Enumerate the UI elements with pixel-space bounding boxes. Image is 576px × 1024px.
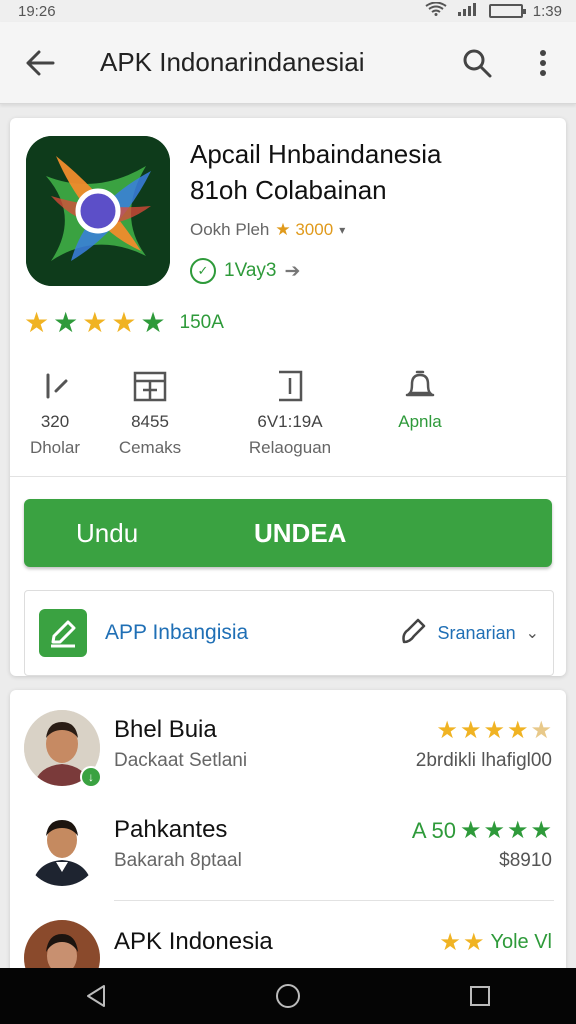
more-options-button[interactable] (510, 22, 576, 104)
divider (114, 900, 554, 901)
signal-icon (457, 2, 479, 20)
feature-action-label: Sranarian (437, 622, 516, 643)
developer-name: Ookh Pleh (190, 220, 270, 239)
app-bar: APK Indonarindanesiai (0, 22, 576, 104)
nav-recents-button[interactable] (435, 968, 525, 1024)
star-icon: ★ (506, 717, 529, 744)
reviewer-name: APK Indonesia (114, 928, 273, 955)
edit-icon (10, 366, 100, 406)
reviewer-rating-label: A 50 (411, 817, 456, 843)
star-icon: ★ (439, 929, 461, 956)
navigation-bar (0, 968, 576, 1024)
star-icon: ★ (506, 817, 529, 844)
star-icon: ★ (462, 929, 485, 956)
arrow-right-icon: ➔ (284, 260, 301, 282)
app-logo-icon (26, 136, 170, 286)
stat-label: Dholar (29, 438, 81, 457)
install-right-label: UNDEA (254, 517, 347, 548)
app-bar-actions (444, 22, 576, 104)
feature-label: APP Inbangisia (105, 621, 249, 644)
reviewer-rating: ★ ★ Yole Vl (439, 928, 552, 957)
list-item[interactable]: ↓ Bhel Buia Dackaat Setlani ★ ★ ★ ★ ★ 2b… (10, 708, 566, 808)
search-icon (463, 49, 492, 77)
feature-action[interactable]: Sranarian ⌄ (398, 616, 539, 651)
nav-back-button[interactable] (51, 968, 141, 1024)
stat-item[interactable]: 6V1:19A Relaoguan (230, 366, 350, 458)
list-item[interactable]: Pahkantes Bakarah 8ptaal A 50 ★ ★ ★ ★ $8… (10, 810, 566, 910)
avatar (24, 810, 100, 886)
feature-row[interactable]: APP Inbangisia Sranarian ⌄ (24, 590, 554, 676)
stat-label: Cemaks (118, 438, 182, 457)
stat-value: 8455 (131, 412, 169, 431)
reviewer-name: Pahkantes (114, 816, 228, 843)
rating-count: 150A (179, 311, 224, 333)
stat-item[interactable]: Apnla (370, 366, 470, 432)
app-details-card: Apcail Hnbaindanesia 81oh Colabainan Ook… (10, 118, 566, 676)
reviews-card: ↓ Bhel Buia Dackaat Setlani ★ ★ ★ ★ ★ 2b… (10, 690, 566, 996)
more-vert-icon (540, 49, 546, 76)
reviewer-rating: A 50 ★ ★ ★ ★ (412, 816, 552, 845)
star-icon: ★ (53, 307, 79, 338)
star-icon: ★ (140, 307, 166, 338)
reviewer-meta: 2brdikli lhafigl00 (415, 750, 552, 771)
circle-home-icon (276, 984, 300, 1008)
app-name-line1: Apcail Hnbaindanesia (190, 139, 442, 169)
status-bar: 19:26 1:39 (0, 0, 576, 22)
star-icon: ★ (82, 307, 108, 338)
star-icon: ★ (483, 717, 505, 744)
rating-row: ★ ★ ★ ★ ★ 150A (24, 306, 224, 339)
developer-line[interactable]: Ookh Pleh ★ 3000 ▾ (190, 220, 345, 240)
calendar-icon (100, 366, 200, 406)
status-icons: 1:39 (425, 1, 562, 20)
star-icon: ★ (24, 307, 50, 338)
triangle-back-icon (87, 985, 105, 1007)
install-button[interactable]: Undu UNDEA (24, 499, 552, 567)
stat-label: Relaoguan (248, 438, 332, 457)
stat-item[interactable]: 320 Dholar (10, 366, 100, 458)
download-badge-icon: ↓ (80, 766, 102, 788)
nav-home-button[interactable] (243, 968, 333, 1024)
search-button[interactable] (444, 22, 510, 104)
stat-item[interactable]: 8455 Cemaks (100, 366, 200, 458)
stats-row: 320 Dholar 8455 Cemaks 6V1:19A Relaoguan… (10, 366, 566, 466)
arrow-left-icon (26, 50, 55, 75)
reviewer-name: Bhel Buia (114, 716, 217, 743)
check-badge-icon: ✓ (190, 258, 216, 284)
back-button[interactable] (0, 22, 80, 104)
reviewer-subtitle: Bakarah 8ptaal (114, 850, 242, 871)
app-name: Apcail Hnbaindanesia 81oh Colabainan (190, 136, 550, 208)
star-icon: ★ (483, 817, 505, 844)
pencil-icon (39, 609, 87, 657)
star-icon: ★ (530, 717, 552, 744)
star-icon: ★ (459, 817, 482, 844)
page-title: APK Indonarindanesiai (100, 47, 365, 77)
tag-link[interactable]: ✓ 1Vay3 ➔ (190, 258, 300, 284)
star-icon: ★ (111, 307, 137, 338)
star-icon: ★ (459, 717, 482, 744)
install-left-label: Undu (76, 517, 139, 548)
reviewer-rating-label: Yole Vl (490, 931, 552, 953)
star-icon: ★ (436, 717, 458, 744)
square-recents-icon (470, 986, 490, 1006)
developer-rating: ★ 3000 (275, 220, 334, 239)
brush-icon (398, 616, 428, 651)
wifi-icon (425, 1, 447, 20)
reviewer-meta: $8910 (499, 850, 552, 871)
divider (10, 476, 566, 477)
battery-icon (488, 4, 526, 18)
reviewer-rating: ★ ★ ★ ★ ★ (436, 716, 552, 745)
status-clock-right: 1:39 (532, 2, 562, 20)
file-icon (230, 366, 350, 406)
reviewer-subtitle: Dackaat Setlani (114, 750, 248, 771)
stat-value: 320 (40, 412, 70, 431)
stat-value: 6V1:19A (257, 412, 323, 431)
dropdown-arrow-icon: ▾ (339, 223, 346, 237)
stat-label: Apnla (398, 412, 442, 431)
app-name-line2: 81oh Colabainan (190, 175, 387, 205)
bell-icon (370, 366, 470, 406)
chevron-down-icon: ⌄ (525, 625, 539, 642)
star-icon: ★ (530, 817, 552, 844)
tag-label: 1Vay3 (224, 260, 277, 281)
status-time: 19:26 (18, 2, 56, 20)
